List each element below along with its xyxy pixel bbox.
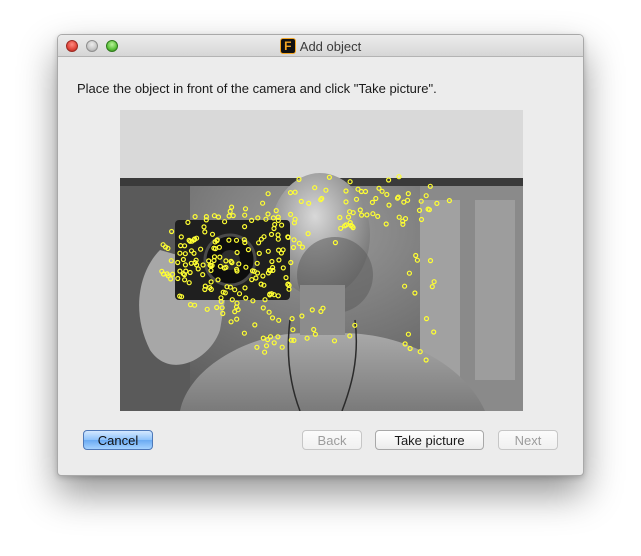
title-bar: F Add object bbox=[58, 35, 583, 57]
window-title: Add object bbox=[299, 38, 362, 54]
back-button[interactable]: Back bbox=[302, 430, 362, 450]
app-icon: F bbox=[279, 38, 296, 54]
camera-frame bbox=[120, 110, 523, 411]
next-button[interactable]: Next bbox=[498, 430, 558, 450]
instructions-text: Place the object in front of the camera … bbox=[77, 81, 437, 96]
camera-preview bbox=[120, 110, 523, 411]
take-picture-button[interactable]: Take picture bbox=[375, 430, 484, 450]
window-title-group: F Add object bbox=[58, 38, 583, 54]
add-object-dialog: F Add object Place the object in front o… bbox=[57, 34, 584, 476]
cancel-button[interactable]: Cancel bbox=[83, 430, 153, 450]
